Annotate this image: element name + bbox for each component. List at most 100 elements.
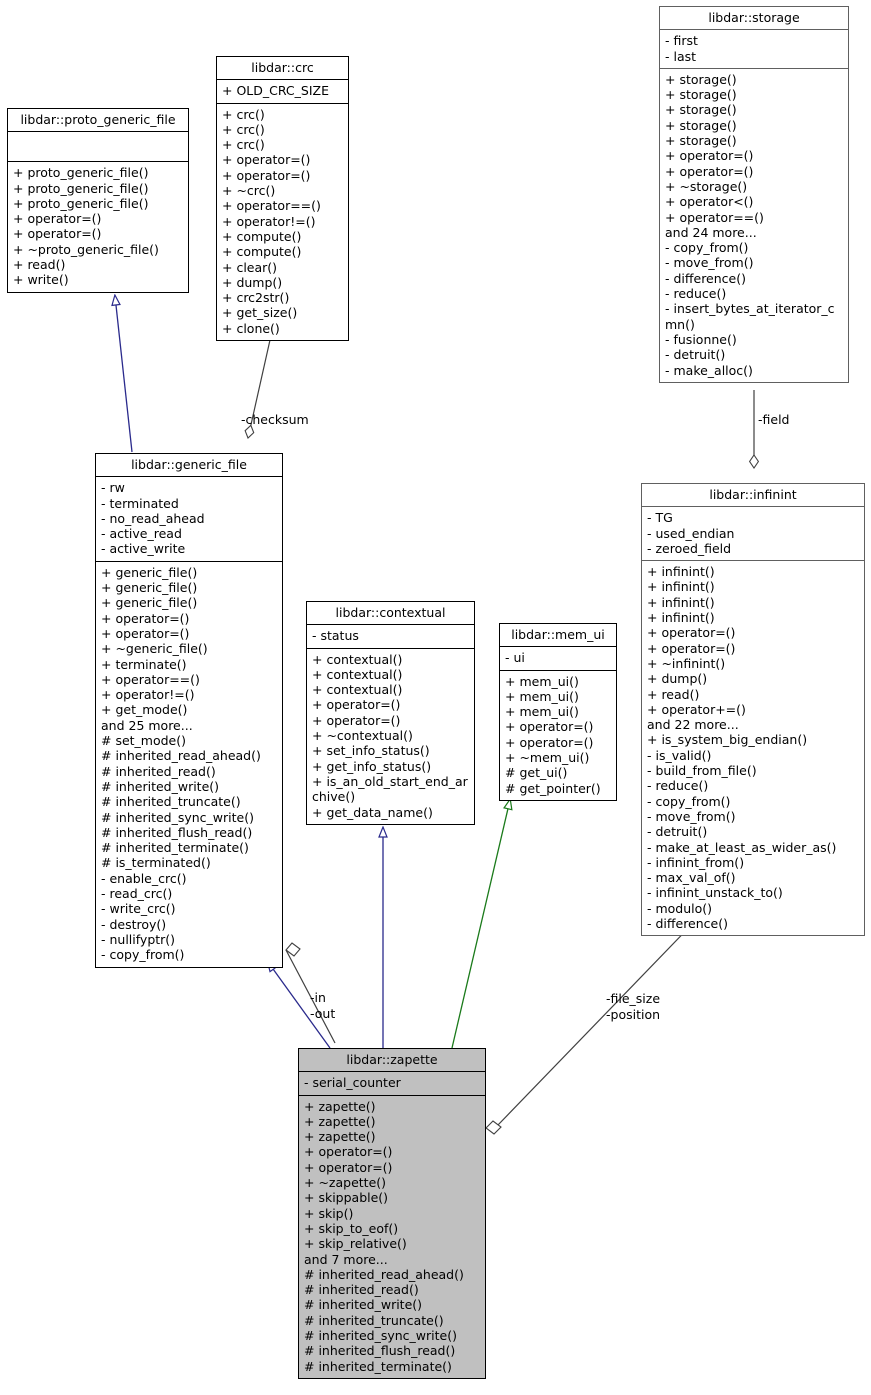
operation-row: + operator=() — [101, 625, 190, 641]
class-box-proto-generic-file[interactable]: libdar::proto_generic_file + proto_gener… — [7, 108, 189, 293]
operation-row: # set_mode() — [101, 733, 187, 749]
operation-row: # inherited_terminate() — [101, 840, 249, 856]
operation-row: - reduce() — [647, 778, 709, 794]
operation-row: + skip_relative() — [304, 1236, 407, 1252]
operation-row: - is_valid() — [647, 747, 712, 763]
operation-row: + is_an_old_start_end_archive() — [312, 773, 468, 805]
operation-row: + operator=() — [647, 640, 736, 656]
operation-row: + get_data_name() — [312, 804, 433, 820]
operation-row: + ~generic_file() — [101, 641, 208, 657]
class-operations-contextual: + contextual() + contextual() + contextu… — [307, 649, 474, 824]
operation-row: + get_size() — [222, 305, 298, 321]
operation-row: # inherited_read() — [101, 763, 216, 779]
operation-row: + operator=() — [665, 163, 754, 179]
operation-row: - read_crc() — [101, 886, 173, 902]
operation-row: + storage() — [665, 133, 737, 149]
operation-row: + operator==() — [101, 671, 200, 687]
operation-row: # inherited_read_ahead() — [304, 1266, 464, 1282]
attribute-row: - zeroed_field — [647, 540, 732, 556]
operation-row: # inherited_truncate() — [304, 1312, 444, 1328]
operation-row: - make_at_least_as_wider_as() — [647, 839, 837, 855]
operation-row: + read() — [13, 257, 66, 273]
operation-row: - enable_crc() — [101, 870, 187, 886]
class-box-contextual[interactable]: libdar::contextual - status + contextual… — [306, 601, 475, 825]
operation-row: + set_info_status() — [312, 743, 430, 759]
operation-row: and 7 more... — [304, 1251, 388, 1267]
attribute-row: - used_endian — [647, 525, 735, 541]
operation-row: - detruit() — [647, 824, 708, 840]
operation-row: + operator=() — [665, 148, 754, 164]
edge-label-field: -field — [758, 412, 790, 427]
class-box-mem-ui[interactable]: libdar::mem_ui - ui + mem_ui() + mem_ui(… — [499, 623, 617, 801]
operation-row: + generic_file() — [101, 564, 198, 580]
operation-row: + contextual() — [312, 651, 403, 667]
operation-row: - copy_from() — [647, 793, 731, 809]
operation-row: # inherited_terminate() — [304, 1358, 452, 1374]
attribute-row: - status — [312, 628, 359, 644]
edge-label-out: -out — [310, 1006, 336, 1021]
edge-zapette-has-file-size-position-infinint — [485, 915, 701, 1135]
operation-row: + operator=() — [13, 211, 102, 227]
class-attributes-storage: - first - last — [660, 30, 848, 69]
class-operations-proto-generic-file: + proto_generic_file() + proto_generic_f… — [8, 162, 188, 291]
operation-row: + crc2str() — [222, 290, 290, 306]
operation-row: + operator=() — [304, 1144, 393, 1160]
class-box-zapette[interactable]: libdar::zapette - serial_counter + zapet… — [298, 1048, 486, 1379]
operation-row: + mem_ui() — [505, 673, 579, 689]
attribute-row: - active_read — [101, 526, 182, 542]
operation-row: - move_from() — [647, 808, 736, 824]
operation-row: + operator=() — [13, 226, 102, 242]
operation-row: and 25 more... — [101, 717, 193, 733]
uml-class-diagram: libdar::proto_generic_file + proto_gener… — [0, 0, 871, 1395]
class-attributes-proto-generic-file — [8, 132, 188, 163]
operation-row: - infinint_unstack_to() — [647, 885, 783, 901]
operation-row: - build_from_file() — [647, 763, 757, 779]
edge-label-position: -position — [606, 1007, 661, 1022]
operation-row: + contextual() — [312, 682, 403, 698]
operation-row: + mem_ui() — [505, 688, 579, 704]
operation-row: + compute() — [222, 228, 302, 244]
operation-row: + infinint() — [647, 610, 715, 626]
operation-row: - make_alloc() — [665, 362, 753, 378]
edge-label-file-size: -file_size — [606, 991, 661, 1006]
operation-row: + ~storage() — [665, 178, 748, 194]
operation-row: + operator==() — [665, 209, 764, 225]
attribute-row: - last — [665, 48, 697, 64]
class-box-crc[interactable]: libdar::crc + OLD_CRC_SIZE + crc() + crc… — [216, 56, 349, 342]
class-box-infinint[interactable]: libdar::infinint - TG - used_endian - ze… — [641, 483, 865, 937]
operation-row: + generic_file() — [101, 580, 198, 596]
operation-row: + skippable() — [304, 1190, 389, 1206]
attribute-row: - no_read_ahead — [101, 510, 205, 526]
operation-row: # inherited_sync_write() — [101, 809, 254, 825]
operation-row: + operator=() — [304, 1159, 393, 1175]
class-attributes-crc: + OLD_CRC_SIZE — [217, 80, 348, 104]
operation-row: + get_info_status() — [312, 758, 432, 774]
operation-row: # inherited_truncate() — [101, 794, 241, 810]
operation-row: - infinint_from() — [647, 854, 745, 870]
operation-row: - copy_from() — [665, 240, 749, 256]
attribute-row: - terminated — [101, 495, 179, 511]
operation-row: # inherited_read() — [304, 1282, 419, 1298]
operation-row: + storage() — [665, 117, 737, 133]
operation-row: + ~zapette() — [304, 1175, 387, 1191]
class-attributes-infinint: - TG - used_endian - zeroed_field — [642, 507, 864, 562]
operation-row: + skip_to_eof() — [304, 1220, 399, 1236]
operation-row: + operator=() — [312, 712, 401, 728]
edge-label-in: -in — [310, 990, 326, 1005]
class-attributes-generic-file: - rw - terminated - no_read_ahead - acti… — [96, 477, 282, 562]
operation-row: - reduce() — [665, 286, 727, 302]
operation-row: and 22 more... — [647, 717, 739, 733]
operation-row: - detruit() — [665, 347, 726, 363]
operation-row: - modulo() — [647, 900, 713, 916]
class-operations-crc: + crc() + crc() + crc() + operator=() + … — [217, 104, 348, 340]
operation-row: - nullifyptr() — [101, 931, 176, 947]
operation-row: - max_val_of() — [647, 870, 736, 886]
operation-row: + mem_ui() — [505, 704, 579, 720]
class-box-generic-file[interactable]: libdar::generic_file - rw - terminated -… — [95, 453, 283, 968]
operation-row: + proto_generic_file() — [13, 165, 149, 181]
attribute-row: - active_write — [101, 541, 186, 557]
class-box-storage[interactable]: libdar::storage - first - last + storage… — [659, 6, 849, 383]
operation-row: + ~mem_ui() — [505, 750, 590, 766]
operation-row: + operator+=() — [647, 701, 746, 717]
operation-row: + storage() — [665, 87, 737, 103]
